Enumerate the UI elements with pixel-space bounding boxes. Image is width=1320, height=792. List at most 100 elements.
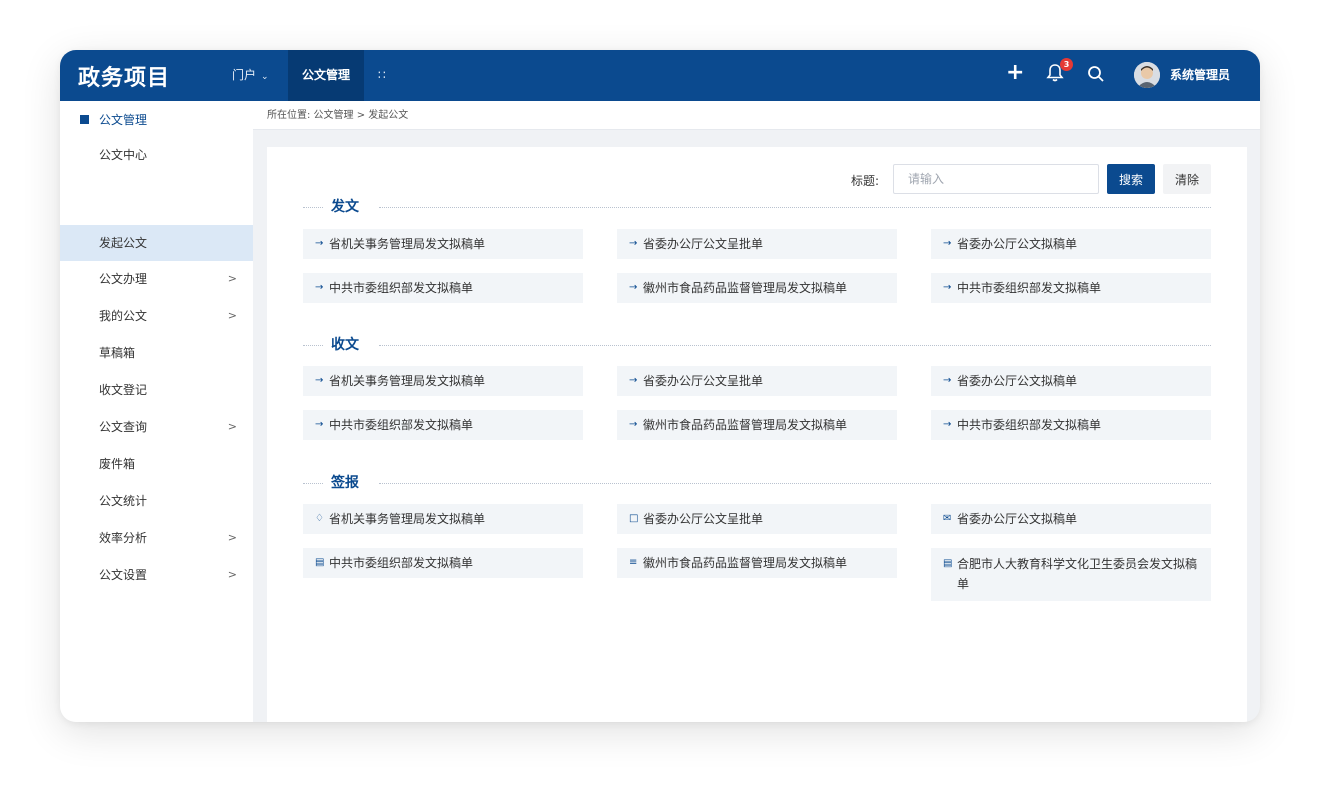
form-card-label: 中共市委组织部发文拟稿单 xyxy=(957,281,1102,295)
sidebar-item-label: 公文办理 xyxy=(99,272,148,286)
form-card-label: 省机关事务管理局发文拟稿单 xyxy=(329,237,486,251)
form-card-label: 中共市委组织部发文拟稿单 xyxy=(329,418,474,432)
layers-icon: ♢ xyxy=(315,513,324,524)
main-panel: 标题: 搜索 清除 发文 →省机关事务管理局发文拟稿单 →省委办公厅公文呈批单 … xyxy=(267,147,1247,722)
sidebar-header-label: 公文管理 xyxy=(99,113,148,127)
sidebar-item-document-query[interactable]: 公文查询 > xyxy=(60,409,253,445)
arrow-right-icon: → xyxy=(315,375,324,386)
form-card-label: 省委办公厅公文呈批单 xyxy=(643,374,764,388)
clipboard-icon: ▤ xyxy=(315,557,325,568)
form-card[interactable]: → 中共市委组织部发文拟稿单 xyxy=(303,273,583,303)
sidebar-item-my-documents[interactable]: 我的公文 > xyxy=(60,298,253,334)
sidebar-item-label: 废件箱 xyxy=(99,457,136,471)
user-list-icon: ≡ xyxy=(629,557,638,568)
form-card[interactable]: → 省机关事务管理局发文拟稿单 xyxy=(303,366,583,396)
sidebar-item-document-processing[interactable]: 公文办理 > xyxy=(60,261,253,297)
avatar[interactable] xyxy=(1134,62,1160,88)
sidebar-item-label: 公文查询 xyxy=(99,420,148,434)
title-search-input[interactable] xyxy=(893,164,1099,194)
form-card[interactable]: ≡ 徽州市食品药品监督管理局发文拟稿单 xyxy=(617,548,897,578)
mail-icon: ✉ xyxy=(943,513,952,524)
sidebar-item-document-center[interactable]: 公文中心 xyxy=(60,137,253,173)
form-card[interactable]: □ 省委办公厅公文呈批单 xyxy=(617,504,897,534)
section-header-incoming: 收文 xyxy=(303,335,1211,355)
form-card-label: 合肥市人大教育科学文化卫生委员会发文拟稿单 xyxy=(957,557,1198,591)
form-card[interactable]: ✉ 省委办公厅公文拟稿单 xyxy=(931,504,1211,534)
sidebar-item-settings[interactable]: 公文设置 > xyxy=(60,557,253,593)
breadcrumb: 所在位置: 公文管理 > 发起公文 xyxy=(267,110,409,121)
user-name[interactable]: 系统管理员 xyxy=(1170,50,1230,101)
arrow-right-icon: → xyxy=(629,375,638,386)
list-icon: ▤ xyxy=(943,558,953,569)
form-card[interactable]: → 中共市委组织部发文拟稿单 xyxy=(931,410,1211,440)
form-card-label: 中共市委组织部发文拟稿单 xyxy=(329,281,474,295)
form-card[interactable]: → 省委办公厅公文呈批单 xyxy=(617,366,897,396)
arrow-right-icon: → xyxy=(629,238,638,249)
sidebar-item-label: 效率分析 xyxy=(99,531,148,545)
arrow-right-icon: → xyxy=(315,419,324,430)
clear-button[interactable]: 清除 xyxy=(1163,164,1211,194)
chevron-right-icon: > xyxy=(227,272,237,285)
search-button[interactable]: 搜索 xyxy=(1107,164,1155,194)
app-window: 政务项目 门户 ⌄ 公文管理 ∷ + 3 系统管理员 公文管理 公文中心 发起公… xyxy=(60,50,1260,722)
form-card[interactable]: → 中共市委组织部发文拟稿单 xyxy=(931,273,1211,303)
sidebar-item-label: 收文登记 xyxy=(99,383,148,397)
form-card-label: 徽州市食品药品监督管理局发文拟稿单 xyxy=(643,556,848,570)
sidebar-item-statistics[interactable]: 公文统计 xyxy=(60,483,253,519)
form-card-label: 省机关事务管理局发文拟稿单 xyxy=(329,374,486,388)
top-bar: 政务项目 门户 ⌄ 公文管理 ∷ + 3 系统管理员 xyxy=(60,50,1260,101)
sidebar-item-incoming-registration[interactable]: 收文登记 xyxy=(60,372,253,408)
arrow-right-icon: → xyxy=(943,419,952,430)
sidebar-item-efficiency-analysis[interactable]: 效率分析 > xyxy=(60,520,253,556)
form-card[interactable]: ▤ 中共市委组织部发文拟稿单 xyxy=(303,548,583,578)
message-icon: □ xyxy=(629,513,639,524)
form-card[interactable]: → 省委办公厅公文呈批单 xyxy=(617,229,897,259)
arrow-right-icon: → xyxy=(943,375,952,386)
form-card-label: 徽州市食品药品监督管理局发文拟稿单 xyxy=(643,418,848,432)
sidebar: 公文管理 公文中心 发起公文 公文办理 > 我的公文 > 草稿箱 收文登记 公文查询… xyxy=(60,101,253,722)
form-card[interactable]: → 中共市委组织部发文拟稿单 xyxy=(303,410,583,440)
square-icon xyxy=(80,115,89,124)
sidebar-item-trash[interactable]: 废件箱 xyxy=(60,446,253,482)
nav-portal[interactable]: 门户 ⌄ xyxy=(232,50,269,101)
breadcrumb-bar: 所在位置: 公文管理 > 发起公文 xyxy=(253,101,1260,130)
divider xyxy=(303,483,323,484)
form-card[interactable]: ♢ 省机关事务管理局发文拟稿单 xyxy=(303,504,583,534)
divider xyxy=(303,207,323,208)
form-card[interactable]: ▤ 合肥市人大教育科学文化卫生委员会发文拟稿单 xyxy=(931,548,1211,601)
form-card-label: 省机关事务管理局发文拟稿单 xyxy=(329,512,486,526)
arrow-right-icon: → xyxy=(629,282,638,293)
add-icon[interactable]: + xyxy=(1006,60,1024,85)
divider xyxy=(379,345,1211,346)
divider xyxy=(379,207,1211,208)
form-card-label: 中共市委组织部发文拟稿单 xyxy=(957,418,1102,432)
divider xyxy=(303,345,323,346)
section-title: 发文 xyxy=(331,199,359,215)
sidebar-item-label: 公文统计 xyxy=(99,494,148,508)
nav-document-management[interactable]: 公文管理 xyxy=(288,50,364,101)
sidebar-item-label: 草稿箱 xyxy=(99,346,136,360)
search-icon[interactable] xyxy=(1086,64,1106,84)
form-card[interactable]: → 省委办公厅公文拟稿单 xyxy=(931,229,1211,259)
form-card[interactable]: → 徽州市食品药品监督管理局发文拟稿单 xyxy=(617,273,897,303)
form-card-label: 省委办公厅公文呈批单 xyxy=(643,237,764,251)
chevron-down-icon: ⌄ xyxy=(261,72,269,82)
sidebar-item-drafts[interactable]: 草稿箱 xyxy=(60,335,253,371)
sidebar-header[interactable]: 公文管理 xyxy=(60,101,253,137)
arrow-right-icon: → xyxy=(629,419,638,430)
grid-icon[interactable]: ∷ xyxy=(378,50,386,101)
chevron-right-icon: > xyxy=(227,568,237,581)
chevron-right-icon: > xyxy=(227,420,237,433)
sidebar-item-start-document[interactable]: 发起公文 xyxy=(60,225,253,261)
sidebar-item-label: 我的公文 xyxy=(99,309,148,323)
search-label: 标题: xyxy=(851,174,880,188)
form-card-label: 徽州市食品药品监督管理局发文拟稿单 xyxy=(643,281,848,295)
sidebar-item-label: 发起公文 xyxy=(99,236,148,250)
form-card[interactable]: → 徽州市食品药品监督管理局发文拟稿单 xyxy=(617,410,897,440)
divider xyxy=(379,483,1211,484)
form-card[interactable]: → 省机关事务管理局发文拟稿单 xyxy=(303,229,583,259)
section-title: 收文 xyxy=(331,337,359,353)
section-header-report: 签报 xyxy=(303,473,1211,493)
form-card[interactable]: → 省委办公厅公文拟稿单 xyxy=(931,366,1211,396)
form-card-label: 省委办公厅公文拟稿单 xyxy=(957,512,1078,526)
